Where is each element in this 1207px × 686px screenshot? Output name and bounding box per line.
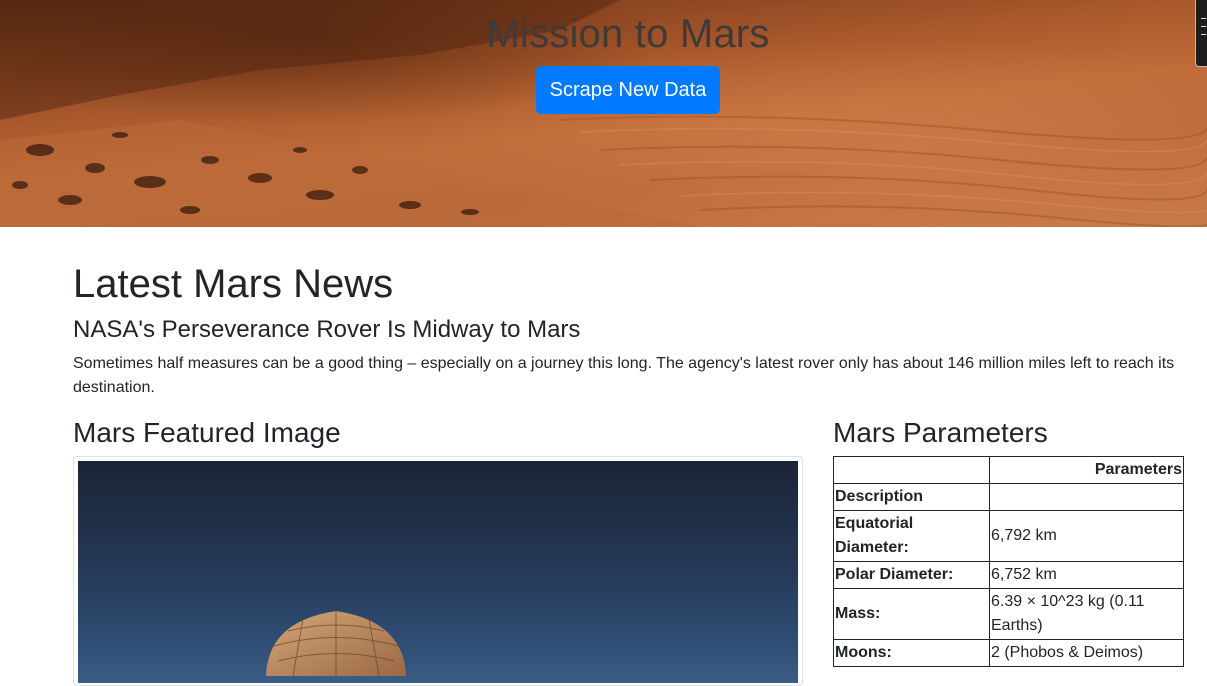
table-row: Moons: 2 (Phobos & Deimos) (833, 639, 1184, 667)
table-row-label: Moons: (833, 639, 990, 667)
featured-image-thumbnail[interactable] (73, 456, 803, 686)
mars-parameters-heading: Mars Parameters (833, 417, 1048, 448)
radio-dish-illustration (266, 611, 406, 677)
page-title: Mission to Mars (486, 12, 770, 56)
featured-image-heading: Mars Featured Image (73, 417, 341, 448)
news-title: NASA's Perseverance Rover Is Midway to M… (73, 316, 581, 343)
table-header-row: Parameters (833, 456, 1184, 484)
scrape-new-data-button[interactable]: Scrape New Data (536, 66, 720, 114)
table-row-value: 6.39 × 10^23 kg (0.11 Earths) (989, 588, 1184, 640)
table-row-value: 6,752 km (989, 561, 1184, 589)
table-row-label: Equatorial Diameter: (833, 510, 990, 562)
table-row: Mass: 6.39 × 10^23 kg (0.11 Earths) (833, 588, 1184, 640)
browser-extension-widget[interactable] (1195, 0, 1207, 67)
table-row: Equatorial Diameter: 6,792 km (833, 510, 1184, 562)
table-row-value: 2 (Phobos & Deimos) (989, 639, 1184, 667)
featured-image (78, 461, 798, 683)
table-row-label: Description (833, 483, 990, 511)
table-row-label: Polar Diameter: (833, 561, 990, 589)
news-paragraph: Sometimes half measures can be a good th… (73, 355, 1175, 396)
table-header-parameters: Parameters (989, 456, 1184, 484)
table-row: Description (833, 483, 1184, 511)
table-row-value (989, 483, 1184, 511)
news-section-heading: Latest Mars News (73, 262, 394, 306)
table-row: Polar Diameter: 6,752 km (833, 561, 1184, 589)
hero-banner: Mission to Mars Scrape New Data (0, 0, 1207, 227)
mars-facts-table: Parameters Description Equatorial Diamet… (833, 456, 1184, 667)
table-header-empty-cell (833, 456, 990, 484)
table-row-label: Mass: (833, 588, 990, 640)
table-row-value: 6,792 km (989, 510, 1184, 562)
